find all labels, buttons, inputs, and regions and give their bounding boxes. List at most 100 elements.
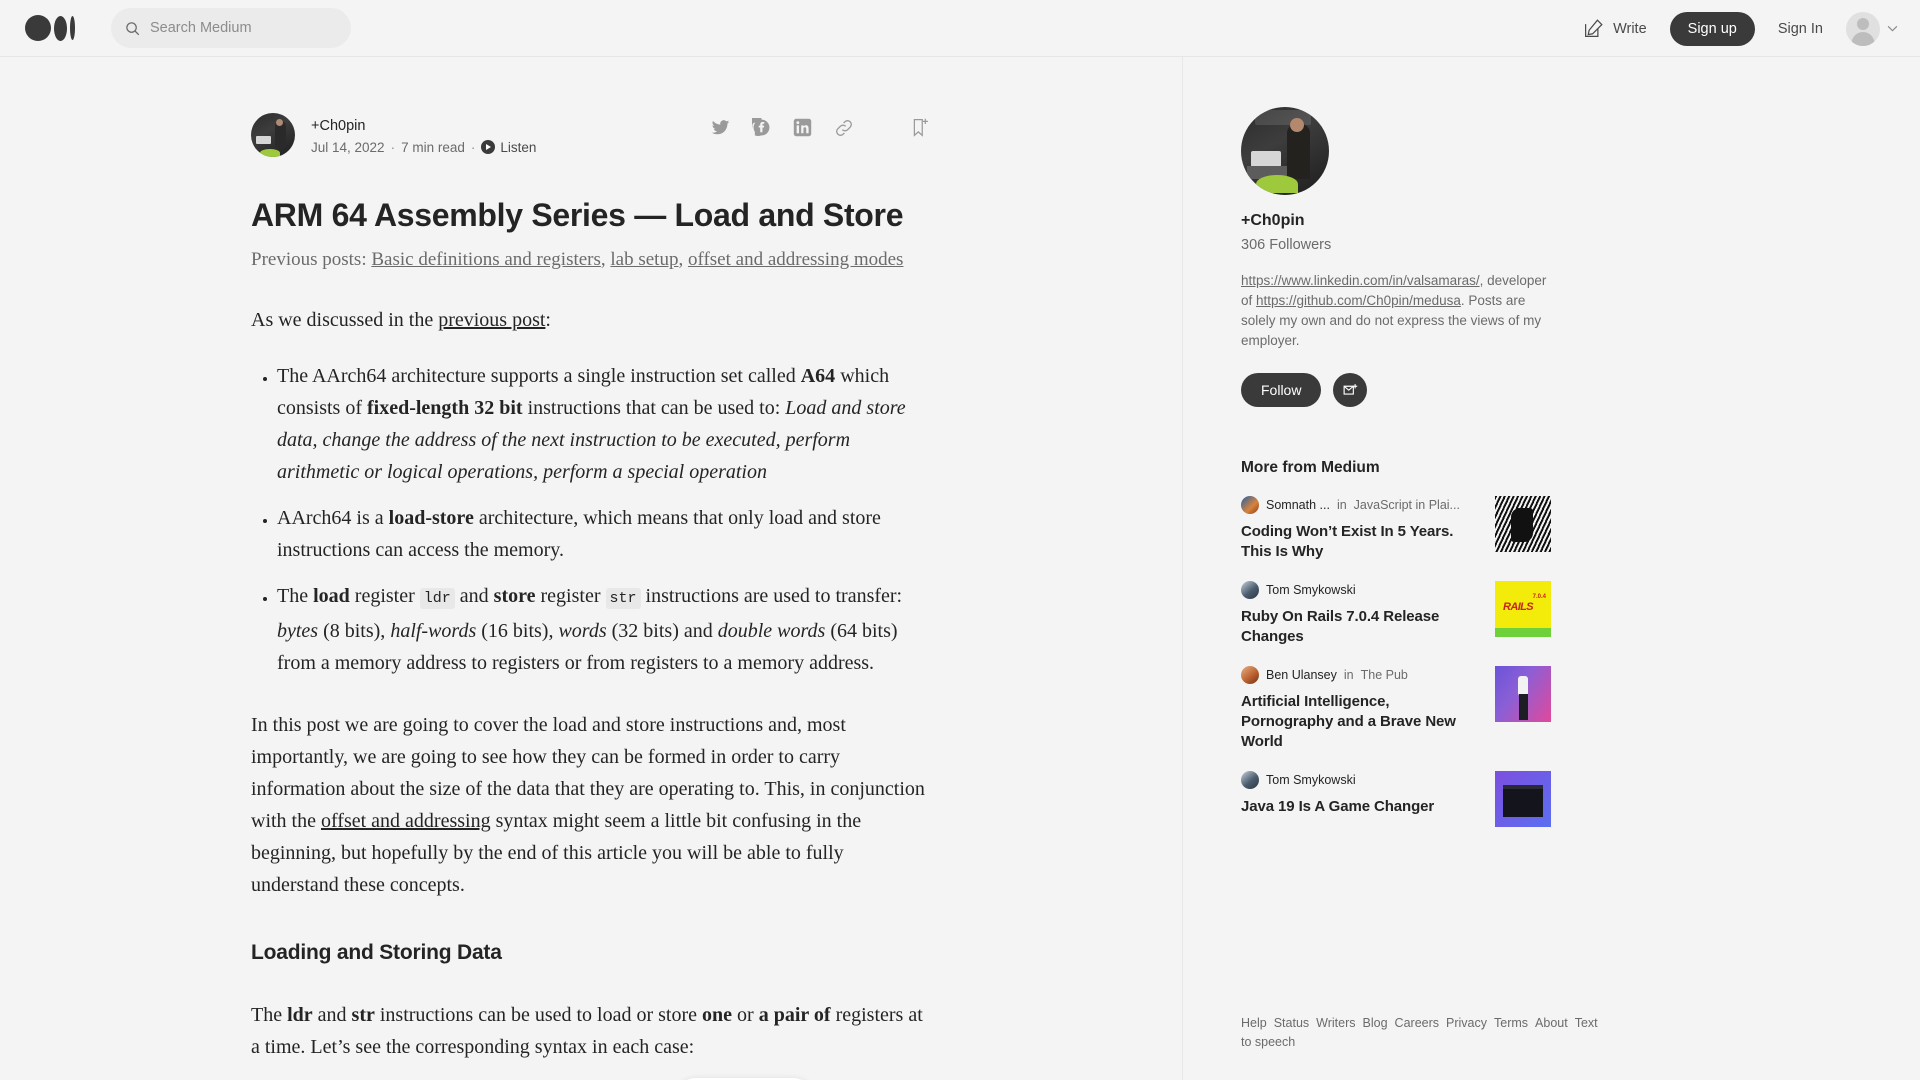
avatar-person (1287, 124, 1310, 179)
sidebar-column: +Ch0pin 306 Followers https://www.linked… (1182, 57, 1920, 1080)
bullet3-italic2: half-words (390, 620, 477, 642)
linkedin-icon[interactable] (793, 118, 812, 137)
story-title: Java 19 Is A Game Changer (1241, 798, 1435, 815)
list-item: The AArch64 architecture supports a sing… (277, 360, 931, 488)
sec-text4: or (732, 1004, 759, 1026)
copy-link-icon[interactable] (834, 118, 854, 138)
list-item: The load register ldr and store register… (277, 580, 931, 679)
bullet1-bold2: fixed-length 32 bit (367, 397, 523, 419)
article-title: ARM 64 Assembly Series — Load and Store (251, 197, 904, 233)
story-author-avatar (1241, 581, 1259, 599)
facebook-icon[interactable] (752, 118, 771, 137)
subtitle-link-3[interactable]: offset and addressing modes (688, 249, 903, 270)
author-name[interactable]: +Ch0pin (311, 116, 536, 136)
main-paragraph: In this post we are going to cover the l… (251, 709, 931, 901)
github-link[interactable]: https://github.com/Ch0pin/medusa (1256, 293, 1461, 308)
footer-link-blog[interactable]: Blog (1363, 1016, 1388, 1030)
story-author-row: Tom Smykowski (1241, 771, 1471, 789)
story-author-avatar (1241, 771, 1259, 789)
profile-name[interactable]: +Ch0pin (1241, 212, 1551, 230)
sidebar-footer: Help Status Writers Blog Careers Privacy Terms… (1241, 1014, 1598, 1052)
follow-button[interactable]: Follow (1241, 373, 1322, 407)
rails-logo-text: RAILS (1503, 601, 1534, 613)
write-button[interactable]: Write (1583, 18, 1647, 39)
story-thumbnail (1495, 666, 1551, 722)
bullet3-text7: (16 bits), (476, 620, 559, 642)
offset-addressing-link[interactable]: offset and addressing (321, 810, 491, 832)
list-item: AArch64 is a load-store architecture, wh… (277, 502, 931, 566)
story-title: Coding Won’t Exist In 5 Years. This Is W… (1241, 523, 1454, 560)
avatar-head-shape (276, 119, 283, 126)
footer-link-writers[interactable]: Writers (1316, 1016, 1355, 1030)
avatar-head-shape (1290, 118, 1304, 132)
footer-link-about[interactable]: About (1535, 1016, 1568, 1030)
bullet1-bold1: A64 (800, 365, 836, 387)
story-author-name: Tom Smykowski (1266, 773, 1356, 787)
list-item[interactable]: Tom Smykowski Ruby On Rails 7.0.4 Releas… (1241, 581, 1551, 647)
signin-button[interactable]: Sign In (1778, 21, 1823, 37)
linkedin-link[interactable]: https://www.linkedin.com/in/valsamaras/ (1241, 273, 1480, 288)
bookmark-add-icon[interactable] (910, 117, 931, 138)
story-thumbnail (1495, 496, 1551, 552)
story-author-name: Somnath ... (1266, 498, 1330, 512)
story-publication: The Pub (1360, 668, 1408, 682)
search-input[interactable] (150, 20, 337, 36)
story-main: Somnath ... in JavaScript in Plai... Cod… (1241, 496, 1471, 562)
author-avatar[interactable] (251, 113, 295, 157)
profile-bio: https://www.linkedin.com/in/valsamaras/,… (1241, 271, 1551, 351)
page-body: +Ch0pin Jul 14, 2022 · 7 min read · List… (0, 57, 1920, 1080)
story-author-row: Ben Ulansey in The Pub (1241, 666, 1471, 684)
list-item[interactable]: Somnath ... in JavaScript in Plai... Cod… (1241, 496, 1551, 562)
avatar-laptop (1251, 151, 1281, 167)
profile-avatar[interactable] (1241, 107, 1329, 195)
chevron-down-icon (1887, 25, 1898, 32)
avatar-foreground (1256, 175, 1298, 193)
story-main: Tom Smykowski Ruby On Rails 7.0.4 Releas… (1241, 581, 1471, 647)
footer-link-status[interactable]: Status (1274, 1016, 1309, 1030)
listen-label: Listen (500, 139, 537, 155)
footer-link-help[interactable]: Help (1241, 1016, 1267, 1030)
footer-link-privacy[interactable]: Privacy (1446, 1016, 1487, 1030)
bullet2-text1: AArch64 is a (277, 507, 389, 529)
subtitle-sep-1: , (600, 249, 611, 270)
user-avatar-menu[interactable] (1846, 11, 1898, 46)
story-in-label: in (1343, 668, 1354, 682)
bullet1-text1: The AArch64 architecture supports a sing… (277, 365, 801, 387)
bullet3-text4: register (535, 585, 606, 607)
story-author-row: Tom Smykowski (1241, 581, 1471, 599)
subtitle-link-1[interactable]: Basic definitions and registers (371, 249, 601, 270)
list-item[interactable]: Tom Smykowski Java 19 Is A Game Changer (1241, 771, 1551, 827)
intro-prefix: As we discussed in the (251, 309, 439, 331)
bullet3-text8: (32 bits) and (606, 620, 718, 642)
more-from-medium-title: More from Medium (1241, 459, 1380, 476)
story-thumbnail: 7.0.4 RAILS (1495, 581, 1551, 637)
listen-button[interactable]: Listen (481, 140, 536, 155)
meta-separator-2: · (470, 139, 476, 155)
signup-button[interactable]: Sign up (1669, 11, 1755, 46)
story-main: Ben Ulansey in The Pub Artificial Intell… (1241, 666, 1471, 752)
play-icon (481, 140, 496, 154)
twitter-icon[interactable] (711, 118, 730, 137)
sec-bold-pair: a pair of (758, 1004, 831, 1026)
bullet1-text3: instructions that can be used to: (522, 397, 786, 419)
footer-link-careers[interactable]: Careers (1395, 1016, 1439, 1030)
sec-text2: and (312, 1004, 352, 1026)
bullet3-text2: register (349, 585, 420, 607)
article-subtitle: Previous posts: Basic definitions and re… (251, 246, 931, 274)
search-box[interactable] (111, 8, 351, 48)
footer-link-terms[interactable]: Terms (1494, 1016, 1528, 1030)
subscribe-button[interactable] (1333, 373, 1368, 407)
previous-post-link[interactable]: previous post (438, 309, 545, 331)
byline-text: +Ch0pin Jul 14, 2022 · 7 min read · List… (311, 116, 536, 155)
medium-logo[interactable] (25, 15, 75, 41)
list-item[interactable]: Ben Ulansey in The Pub Artificial Intell… (1241, 666, 1551, 752)
story-author-avatar (1241, 496, 1259, 514)
sec-bold-ldr: ldr (287, 1004, 313, 1026)
subtitle-link-2[interactable]: lab setup (610, 249, 678, 270)
story-title: Artificial Intelligence, Pornography and… (1241, 693, 1456, 750)
top-navigation-bar: Write Sign up Sign In (0, 0, 1920, 57)
sec-bold-str: str (351, 1004, 375, 1026)
bullet3-bold1: load (313, 585, 350, 607)
subtitle-prefix: Previous posts: (251, 249, 372, 270)
write-label: Write (1613, 20, 1647, 37)
